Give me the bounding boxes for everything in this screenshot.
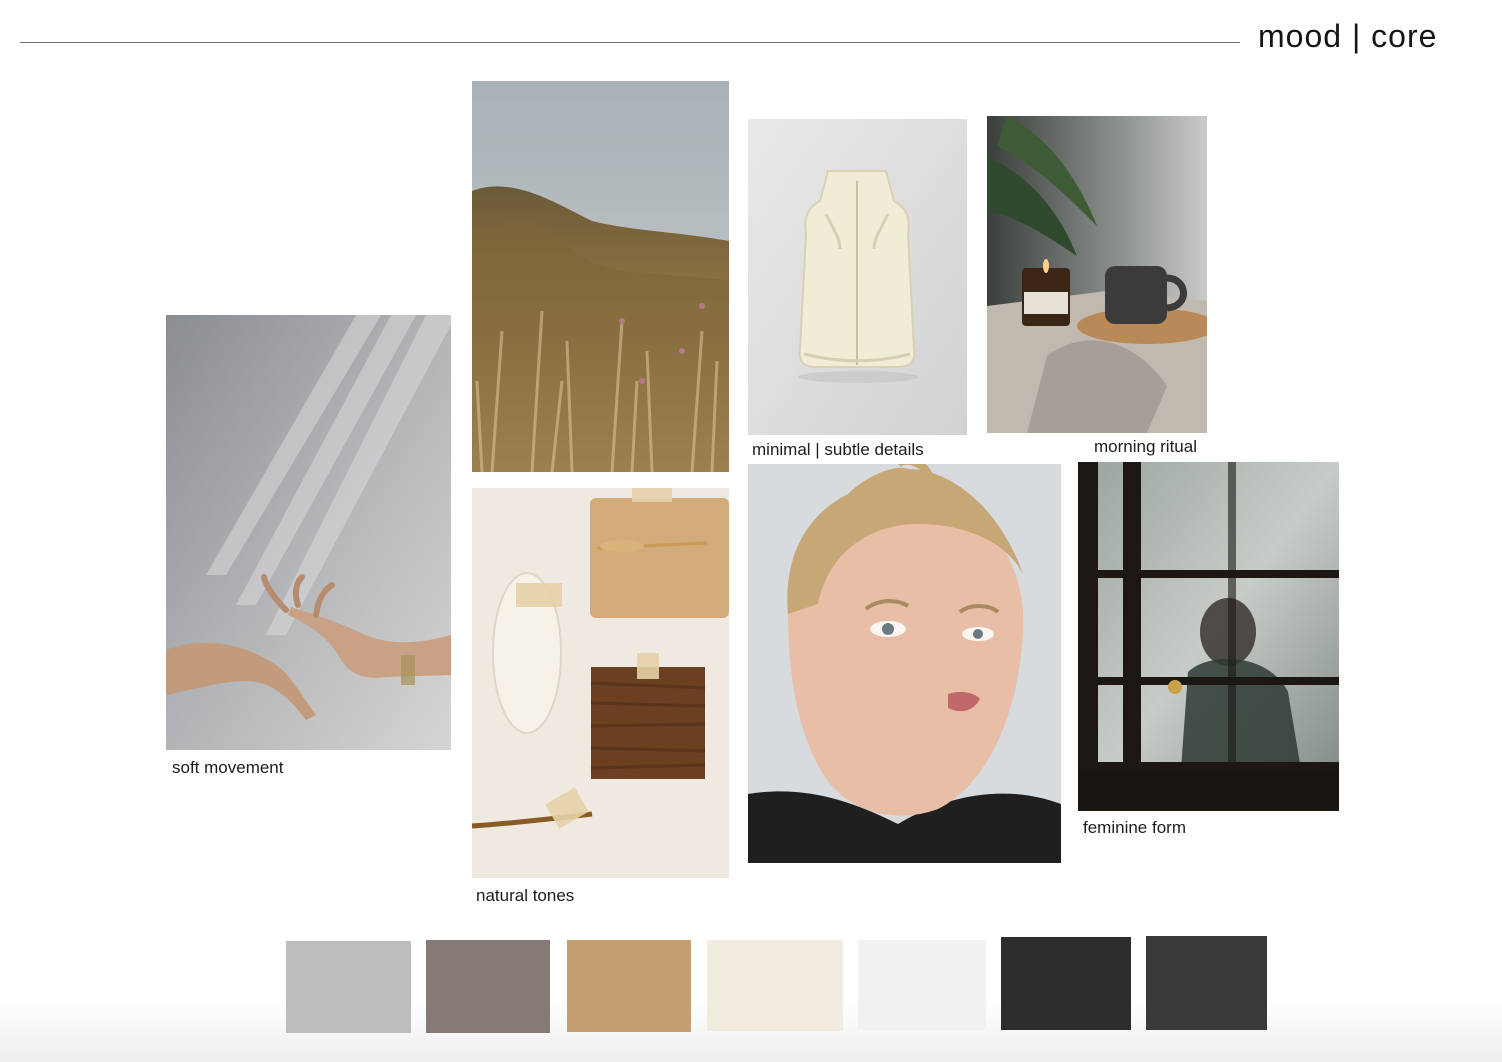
swatch-taupe-melange xyxy=(426,940,550,1033)
caption-soft-movement: soft movement xyxy=(172,758,284,777)
grass-photo xyxy=(472,81,729,472)
cream-puffer-vest-icon xyxy=(748,119,967,435)
vest-photo xyxy=(748,119,967,435)
candle-and-mug-icon xyxy=(987,116,1207,433)
swatch-dark-grey-melange xyxy=(1146,936,1267,1030)
swatch-off-white xyxy=(858,940,986,1030)
figure-behind-frosted-glass-icon xyxy=(1078,462,1339,811)
portrait-photo xyxy=(748,464,1061,863)
candle-photo xyxy=(987,116,1207,433)
caption-morning-ritual: morning ritual xyxy=(1094,437,1197,456)
textures-photo xyxy=(472,488,729,878)
swatch-charcoal xyxy=(1001,937,1131,1030)
header-rule xyxy=(20,42,1240,43)
wood-paper-leaf-textures-icon xyxy=(472,488,729,878)
hands-light-shadow-icon xyxy=(166,315,451,750)
swatch-camel xyxy=(567,940,691,1032)
swatch-light-grey-melange xyxy=(286,941,411,1033)
swatch-cream xyxy=(707,940,843,1031)
moodboard-page: mood | core soft movement natural tones … xyxy=(0,0,1502,1062)
woman-portrait-icon xyxy=(748,464,1061,863)
page-title: mood | core xyxy=(1258,18,1438,54)
caption-minimal-details: minimal | subtle details xyxy=(752,440,924,459)
hands-photo xyxy=(166,315,451,750)
dry-grass-field-icon xyxy=(472,81,729,472)
window-photo xyxy=(1078,462,1339,811)
caption-natural-tones: natural tones xyxy=(476,886,575,905)
caption-feminine-form: feminine form xyxy=(1083,818,1186,837)
